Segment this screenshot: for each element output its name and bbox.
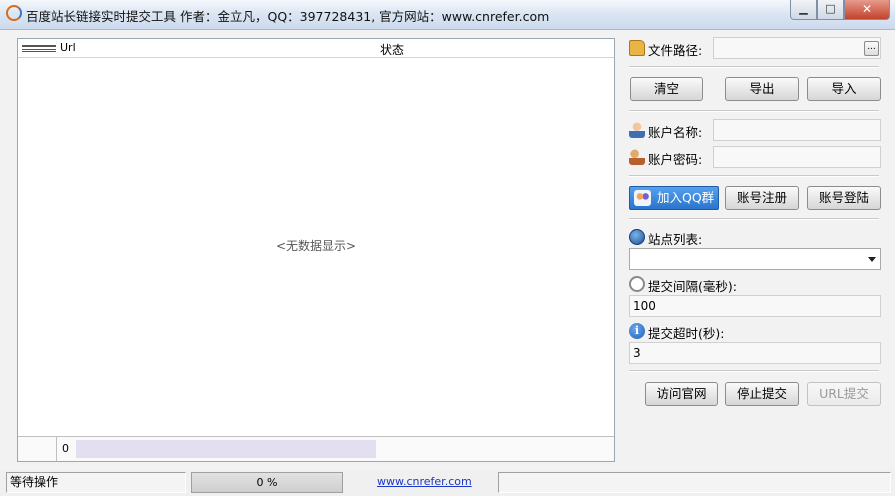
site-list-label: 站点列表: [648,232,703,247]
globe-icon [629,229,645,245]
status-text: 等待操作 [6,472,186,493]
status-panel-right [498,472,891,493]
clear-button[interactable]: 清空 [630,77,703,101]
footer-bar [76,440,376,458]
account-name-label: 账户名称: [648,125,703,140]
status-bar: 等待操作 0 % www.cnrefer.com [0,470,895,496]
visit-site-button[interactable]: 访问官网 [645,382,718,406]
register-button[interactable]: 账号注册 [725,186,799,210]
interval-field[interactable]: 100 [629,295,881,317]
account-password-label: 账户密码: [648,152,703,167]
column-grip-icon [22,45,56,52]
divider [629,110,879,112]
list-footer: 0 [18,436,614,461]
clock-icon [629,276,645,292]
join-qq-group-button[interactable]: 加入QQ群 [629,186,719,210]
file-path-label: 文件路径: [648,43,703,58]
divider [629,66,879,68]
account-password-field[interactable] [713,146,881,168]
progress-bar: 0 % [191,472,343,493]
window-title: 百度站长链接实时提交工具 作者：金立凡，QQ：397728431, 官方网站：w… [26,9,550,24]
list-header: Url 状态 [18,39,614,58]
url-submit-button[interactable]: URL提交 [807,382,881,406]
user-icon [629,122,645,138]
import-button[interactable]: 导入 [807,77,881,101]
chevron-down-icon[interactable] [868,257,876,262]
timeout-label: 提交超时(秒): [648,326,725,341]
website-link[interactable]: www.cnrefer.com [377,475,472,488]
file-path-field[interactable] [713,37,881,59]
footer-divider [56,437,57,461]
timeout-field[interactable]: 3 [629,342,881,364]
main-window: Url 状态 <无数据显示> 0 文件路径: ... 清空 导出 导入 账户名称… [0,30,895,496]
login-button[interactable]: 账号登陆 [807,186,881,210]
browse-button[interactable]: ... [864,41,879,56]
footer-count: 0 [62,442,69,455]
info-icon: i [629,323,645,339]
minimize-button[interactable]: ▁ [790,0,817,20]
empty-message: <无数据显示> [275,239,357,253]
divider [629,175,879,177]
maximize-button[interactable]: □ [817,0,844,20]
stop-submit-button[interactable]: 停止提交 [725,382,799,406]
folder-icon [629,40,645,56]
export-button[interactable]: 导出 [725,77,799,101]
divider [629,370,879,372]
divider [629,218,879,220]
users-icon [629,149,645,165]
title-bar: 百度站长链接实时提交工具 作者：金立凡，QQ：397728431, 官方网站：w… [0,0,895,30]
qq-icon [634,190,651,206]
column-header-url[interactable]: Url [60,41,76,54]
interval-label: 提交间隔(毫秒): [648,279,737,294]
site-list-dropdown[interactable] [629,248,881,270]
url-list[interactable]: Url 状态 <无数据显示> 0 [17,38,615,462]
app-icon [6,5,22,21]
account-name-field[interactable] [713,119,881,141]
close-button[interactable]: ✕ [844,0,890,20]
join-qq-group-label: 加入QQ群 [657,190,715,205]
column-header-status[interactable]: 状态 [380,41,404,58]
